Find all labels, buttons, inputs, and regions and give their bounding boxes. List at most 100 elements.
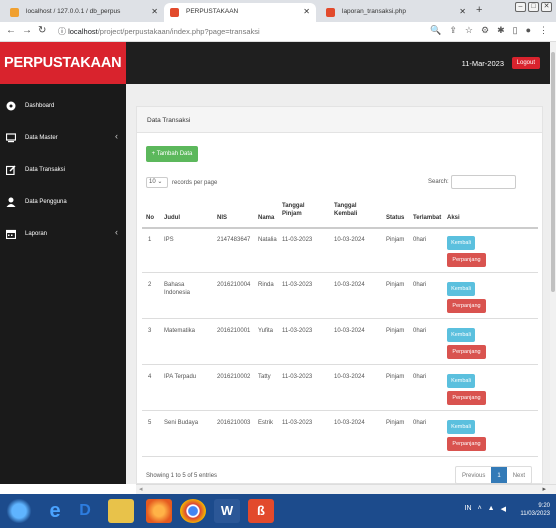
perpanjang-button[interactable]: Perpanjang: [447, 345, 486, 359]
kembali-button[interactable]: Kembali: [447, 328, 475, 342]
browser-icon[interactable]: D: [72, 499, 98, 523]
cell-nama: Tatty: [258, 374, 271, 380]
horizontal-scrollbar[interactable]: ◂ ▸: [136, 484, 556, 494]
sidebar-item-data-master[interactable]: Data Master ‹: [0, 127, 126, 149]
chrome-icon[interactable]: [180, 499, 206, 523]
new-tab-button[interactable]: +: [476, 4, 482, 16]
cell-tanggal-kembali: 10-03-2024: [334, 420, 365, 426]
column-header-no[interactable]: No: [146, 214, 154, 222]
browser-tab-laporan[interactable]: laporan_transaksi.php ✕: [320, 3, 472, 22]
kembali-button[interactable]: Kembali: [447, 236, 475, 250]
perpanjang-button[interactable]: Perpanjang: [447, 253, 486, 267]
cell-tanggal-kembali: 10-03-2024: [334, 374, 365, 380]
sidepanel-icon[interactable]: ▯: [513, 25, 518, 36]
volume-icon[interactable]: ◀: [501, 505, 506, 513]
network-icon[interactable]: ▲: [488, 505, 495, 513]
perpanjang-button[interactable]: Perpanjang: [447, 391, 486, 405]
cell-no: 4: [148, 374, 152, 380]
cell-judul: IPA Terpadu: [164, 374, 197, 380]
pagination: Previous 1 Next: [455, 466, 533, 484]
zoom-icon[interactable]: 🔍: [430, 25, 441, 36]
start-button-icon[interactable]: [6, 499, 32, 523]
sidebar-item-data-pengguna[interactable]: Data Pengguna: [0, 191, 126, 213]
column-header-status[interactable]: Status: [386, 214, 404, 222]
user-icon: [6, 197, 16, 207]
close-window-icon[interactable]: ✕: [541, 2, 552, 12]
add-data-button[interactable]: + Tambah Data: [146, 146, 198, 162]
info-icon[interactable]: ⓘ: [58, 27, 66, 36]
system-tray: IN ˄ ▲ ◀: [465, 505, 506, 513]
cell-no: 3: [148, 328, 152, 334]
cell-nis: 2147483647: [217, 237, 251, 243]
reload-icon[interactable]: ↻: [38, 25, 46, 36]
close-icon[interactable]: ✕: [459, 7, 466, 16]
records-per-page-control: 10 ⌄ records per page: [146, 177, 217, 188]
cell-terlambat: 0hari: [413, 374, 427, 380]
column-header-aksi[interactable]: Aksi: [447, 214, 460, 222]
firefox-icon[interactable]: [146, 499, 172, 523]
vertical-scrollbar-thumb[interactable]: [551, 52, 555, 292]
row-divider: [142, 318, 538, 319]
pin-icon[interactable]: ✱: [497, 25, 505, 36]
browser-tab-phpmyadmin[interactable]: localhost / 127.0.0.1 / db_perpus ✕: [4, 3, 164, 22]
file-explorer-icon[interactable]: [108, 499, 134, 523]
perpanjang-button[interactable]: Perpanjang: [447, 299, 486, 313]
browser-toolbar: 🔍 ⇪ ☆ ⚙ ✱ ▯ ● ⋮: [430, 25, 548, 36]
column-header-judul[interactable]: Judul: [164, 214, 180, 222]
url-field[interactable]: ⓘ localhost/project/perpustakaan/index.p…: [58, 25, 408, 39]
bookmark-star-icon[interactable]: ☆: [465, 25, 473, 36]
kembali-button[interactable]: Kembali: [447, 282, 475, 296]
profile-icon[interactable]: ●: [526, 25, 531, 36]
kembali-button[interactable]: Kembali: [447, 420, 475, 434]
cell-tanggal-kembali: 10-03-2024: [334, 328, 365, 334]
extension-icon[interactable]: ⚙: [481, 25, 489, 36]
cell-nis: 2016210002: [217, 374, 251, 380]
cell-no: 2: [148, 282, 152, 288]
previous-page-button[interactable]: Previous: [456, 467, 491, 483]
kembali-button[interactable]: Kembali: [447, 374, 475, 388]
sidebar-item-dashboard[interactable]: Dashboard: [0, 95, 126, 117]
column-header-terlambat[interactable]: Terlambat: [413, 214, 441, 222]
logout-button[interactable]: Logout: [511, 57, 540, 69]
maximize-icon[interactable]: □: [528, 2, 539, 12]
scroll-right-icon[interactable]: ▸: [542, 485, 546, 493]
word-icon[interactable]: W: [214, 499, 240, 523]
scroll-left-icon[interactable]: ◂: [139, 485, 143, 493]
column-header-tanggal-pinjam[interactable]: Tanggal Pinjam: [282, 202, 312, 218]
page-1-button[interactable]: 1: [491, 467, 507, 483]
app-brand[interactable]: PERPUSTAKAAN: [0, 42, 126, 84]
search-control: Search:: [428, 175, 516, 189]
language-indicator[interactable]: IN: [465, 505, 472, 513]
edit-icon: [6, 165, 16, 175]
column-header-nama[interactable]: Nama: [258, 214, 274, 222]
browser-tab-perpustakaan[interactable]: PERPUSTAKAAN ✕: [164, 3, 316, 22]
records-per-page-select[interactable]: 10 ⌄: [146, 177, 168, 188]
sidebar-item-label: Dashboard: [25, 103, 55, 109]
chevron-up-icon[interactable]: ˄: [478, 505, 482, 513]
menu-icon[interactable]: ⋮: [539, 25, 548, 36]
back-icon[interactable]: ←: [6, 25, 16, 36]
column-header-tanggal-kembali[interactable]: Tanggal Kembali: [334, 202, 366, 218]
minimize-icon[interactable]: –: [515, 2, 526, 12]
cell-terlambat: 0hari: [413, 282, 427, 288]
cell-status: Pinjam: [386, 374, 405, 380]
column-header-nis[interactable]: NIS: [217, 214, 227, 222]
cell-nama: Estrik: [258, 420, 273, 426]
search-input[interactable]: [450, 175, 516, 189]
phpmyadmin-icon: [10, 8, 19, 17]
sidebar-item-laporan[interactable]: Laporan ‹: [0, 223, 126, 245]
sidebar-item-data-transaksi[interactable]: Data Transaksi: [0, 159, 126, 181]
internet-explorer-icon[interactable]: e: [42, 499, 68, 523]
close-icon[interactable]: ✕: [151, 7, 158, 16]
cell-terlambat: 0hari: [413, 420, 427, 426]
clock[interactable]: 9:20 11/03/2023: [520, 502, 550, 518]
clock-time: 9:20: [538, 503, 550, 509]
next-page-button[interactable]: Next: [507, 467, 531, 483]
cell-tanggal-pinjam: 11-03-2023: [282, 328, 313, 334]
app-icon[interactable]: ß: [248, 499, 274, 523]
close-icon[interactable]: ✕: [303, 7, 310, 16]
perpanjang-button[interactable]: Perpanjang: [447, 437, 486, 451]
share-icon[interactable]: ⇪: [449, 25, 457, 36]
sidebar-item-label: Data Master: [25, 135, 58, 141]
forward-icon[interactable]: →: [22, 25, 32, 36]
